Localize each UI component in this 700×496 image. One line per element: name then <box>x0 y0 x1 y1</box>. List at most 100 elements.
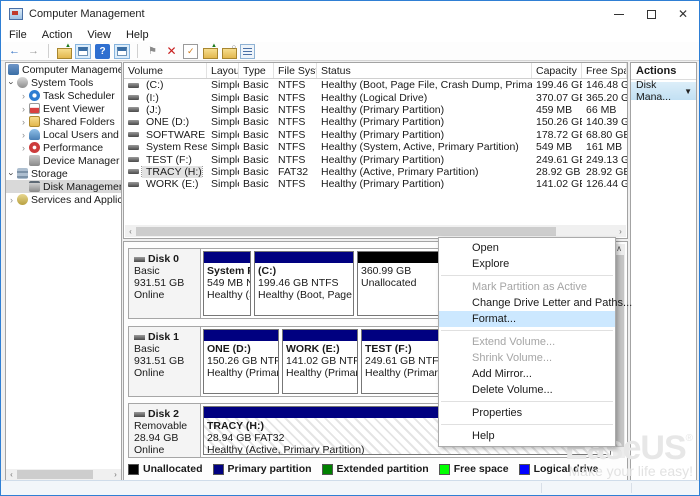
maximize-button[interactable] <box>635 1 667 27</box>
col-status[interactable]: Status <box>317 63 532 78</box>
menu-item-explore[interactable]: Explore <box>439 256 615 272</box>
partition-c[interactable]: (C:)199.46 GB NTFSHealthy (Boot, Page Fi… <box>254 251 354 316</box>
scroll-left-icon[interactable]: ‹ <box>125 226 136 237</box>
volume-row[interactable]: (C:) SimpleBasicNTFSHealthy (Boot, Page … <box>124 79 627 91</box>
tree-item-system-tools[interactable]: › System Tools <box>6 76 121 89</box>
volume-row[interactable]: WORK (E:) SimpleBasicNTFSHealthy (Primar… <box>124 178 627 190</box>
menu-item-properties[interactable]: Properties <box>439 405 615 421</box>
disk-0-label[interactable]: Disk 0 Basic 931.51 GB Online <box>129 249 201 318</box>
tree-item-disk-management[interactable]: Disk Management <box>6 180 121 193</box>
find-folder-icon[interactable] <box>221 44 236 59</box>
col-type[interactable]: Type <box>239 63 274 78</box>
chevron-collapsed-icon[interactable]: › <box>18 143 29 153</box>
minimize-button[interactable] <box>603 1 635 27</box>
volume-row[interactable]: (J:) SimpleBasicNTFSHealthy (Primary Par… <box>124 104 627 116</box>
partition-one-d[interactable]: ONE (D:)150.26 GB NTFSHealthy (Primary P <box>203 329 279 394</box>
volume-row[interactable]: TEST (F:) SimpleBasicNTFSHealthy (Primar… <box>124 153 627 165</box>
tree-item-shared-folders[interactable]: › Shared Folders <box>6 115 121 128</box>
chevron-collapsed-icon[interactable]: › <box>18 130 29 140</box>
scroll-left-icon[interactable]: ‹ <box>6 469 17 480</box>
scroll-down-icon[interactable]: ∨ <box>616 448 622 458</box>
drive-icon <box>128 120 139 125</box>
menu-item-delete-volume[interactable]: Delete Volume... <box>439 382 615 398</box>
chevron-collapsed-icon[interactable]: › <box>6 195 17 205</box>
menu-item-format[interactable]: Format... <box>439 311 615 327</box>
details-view-icon[interactable] <box>240 44 255 59</box>
col-volume[interactable]: Volume <box>124 63 207 78</box>
chevron-collapsed-icon[interactable]: › <box>18 91 29 101</box>
scroll-right-icon[interactable]: › <box>110 469 121 480</box>
menu-help[interactable]: Help <box>126 29 149 41</box>
delete-icon[interactable]: ✕ <box>164 44 179 59</box>
export-list-icon[interactable] <box>56 44 71 59</box>
legend-swatch <box>439 464 450 475</box>
help-icon[interactable]: ? <box>95 44 110 59</box>
tree-item-performance[interactable]: › Performance <box>6 141 121 154</box>
flag-icon[interactable]: ⚑ <box>145 44 160 59</box>
volume-row[interactable]: SOFTWARE (G:) SimpleBasicNTFSHealthy (Pr… <box>124 129 627 141</box>
col-free-space[interactable]: Free Space <box>582 63 627 78</box>
scrollbar-thumb[interactable] <box>17 470 93 479</box>
menu-separator <box>441 401 613 402</box>
system-tools-icon <box>17 77 28 88</box>
toolbar-separator <box>137 44 138 58</box>
menu-view[interactable]: View <box>87 29 111 41</box>
minimize-icon <box>614 14 624 15</box>
menu-action[interactable]: Action <box>42 29 73 41</box>
local-users-icon <box>29 129 40 140</box>
show-console-tree-icon[interactable] <box>75 44 91 59</box>
partition-color-bar <box>204 330 278 341</box>
tree-horizontal-scrollbar[interactable]: ‹ › <box>6 469 121 480</box>
volume-row[interactable]: (I:) SimpleBasicNTFSHealthy (Logical Dri… <box>124 91 627 103</box>
menu-item-shrink-volume: Shrink Volume... <box>439 350 615 366</box>
show-action-pane-icon[interactable] <box>114 44 130 59</box>
volume-row[interactable]: System Reserved SimpleBasicNTFSHealthy (… <box>124 141 627 153</box>
scrollbar-thumb[interactable] <box>136 227 556 236</box>
legend-free-space: Free space <box>439 463 509 475</box>
menu-item-open[interactable]: Open <box>439 240 615 256</box>
scroll-right-icon[interactable]: › <box>615 226 626 237</box>
drive-icon <box>128 169 139 174</box>
tree-item-task-scheduler[interactable]: › Task Scheduler <box>6 89 121 102</box>
device-manager-icon <box>29 155 40 166</box>
partition-work-e[interactable]: WORK (E:)141.02 GB NTFSHealthy (Primary … <box>282 329 358 394</box>
chevron-collapsed-icon[interactable]: › <box>18 104 29 114</box>
disk-2-label[interactable]: Disk 2 Removable 28.94 GB Online <box>129 404 201 457</box>
disk-management-actions-button[interactable]: Disk Mana... ▼ <box>631 82 696 100</box>
menu-separator <box>441 424 613 425</box>
status-bar <box>1 480 699 495</box>
menu-item-extend-volume: Extend Volume... <box>439 334 615 350</box>
scroll-up-icon[interactable]: ∧ <box>616 244 622 254</box>
menu-item-help[interactable]: Help <box>439 428 615 444</box>
close-button[interactable]: ✕ <box>667 1 699 27</box>
menu-item-add-mirror[interactable]: Add Mirror... <box>439 366 615 382</box>
col-file-system[interactable]: File System <box>274 63 317 78</box>
properties-check-icon[interactable] <box>183 44 198 59</box>
tree-item-storage[interactable]: › Storage <box>6 167 121 180</box>
legend-swatch <box>128 464 139 475</box>
chevron-expanded-icon[interactable]: › <box>7 168 17 179</box>
volume-row[interactable]: ONE (D:) SimpleBasicNTFSHealthy (Primary… <box>124 116 627 128</box>
tree-item-computer-management[interactable]: Computer Management ( <box>6 63 121 76</box>
tree-item-local-users[interactable]: › Local Users and Gr <box>6 128 121 141</box>
back-icon[interactable]: ← <box>7 44 22 59</box>
chevron-collapsed-icon[interactable]: › <box>18 117 29 127</box>
partition-system-reserved[interactable]: System Re549 MB NTHealthy (S <box>203 251 251 316</box>
volume-horizontal-scrollbar[interactable]: ‹ › <box>125 225 626 237</box>
disk-1-label[interactable]: Disk 1 Basic 931.51 GB Online <box>129 327 201 396</box>
forward-icon[interactable]: → <box>26 44 41 59</box>
col-layout[interactable]: Layout <box>207 63 239 78</box>
volume-row-selected[interactable]: TRACY (H:) SimpleBasicFAT32Healthy (Acti… <box>124 166 627 178</box>
drive-icon <box>128 132 139 137</box>
legend-logical-drive: Logical drive <box>519 463 599 475</box>
tree-item-services-applications[interactable]: › Services and Applicatio <box>6 193 121 206</box>
menu-file[interactable]: File <box>9 29 27 41</box>
menu-separator <box>441 275 613 276</box>
chevron-expanded-icon[interactable]: › <box>7 77 17 88</box>
menu-item-change-drive-letter[interactable]: Change Drive Letter and Paths... <box>439 295 615 311</box>
col-capacity[interactable]: Capacity <box>532 63 582 78</box>
tree-item-event-viewer[interactable]: › Event Viewer <box>6 102 121 115</box>
open-folder-icon[interactable] <box>202 44 217 59</box>
legend-primary-partition: Primary partition <box>213 463 312 475</box>
tree-item-device-manager[interactable]: Device Manager <box>6 154 121 167</box>
